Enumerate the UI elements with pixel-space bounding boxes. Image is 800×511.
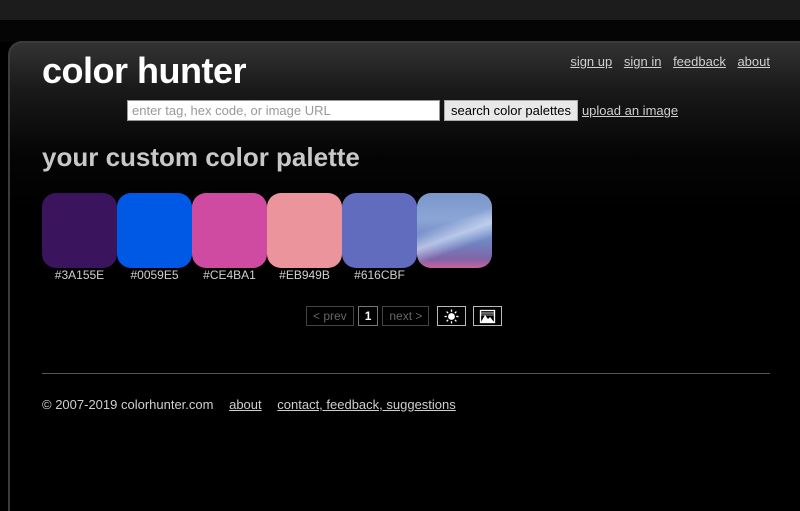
- top-strip: [0, 20, 800, 42]
- swatch-item: #0059E5: [117, 193, 192, 283]
- copyright-text: © 2007-2019 colorhunter.com: [42, 397, 214, 412]
- prev-page-button: < prev: [306, 306, 354, 326]
- search-input[interactable]: [127, 100, 440, 121]
- nav-sign-in-link[interactable]: sign in: [624, 54, 662, 69]
- upload-image-link[interactable]: upload an image: [582, 103, 678, 118]
- color-swatch[interactable]: [267, 193, 342, 268]
- top-bar: [0, 0, 800, 20]
- swatch-item: #EB949B: [267, 193, 342, 283]
- pagination: < prev 1 next >: [306, 306, 509, 326]
- swatch-hex-label: #0059E5: [130, 268, 179, 282]
- swatch-hex-label: #EB949B: [279, 268, 330, 282]
- footer-divider: [42, 373, 770, 374]
- swatch-hex-label: #616CBF: [354, 268, 405, 282]
- palette-swatches: #3A155E #0059E5 #CE4BA1 #EB949B #616CBF: [42, 193, 492, 283]
- color-swatch[interactable]: [117, 193, 192, 268]
- nav-feedback-link[interactable]: feedback: [673, 54, 726, 69]
- swatch-hex-label: #3A155E: [54, 268, 105, 282]
- color-swatch[interactable]: [42, 193, 117, 268]
- site-logo[interactable]: color hunter: [42, 50, 247, 92]
- color-swatch[interactable]: [192, 193, 267, 268]
- nav-sign-up-link[interactable]: sign up: [570, 54, 612, 69]
- image-thumbnail-icon[interactable]: [473, 306, 503, 326]
- top-nav: sign up sign in feedback about: [562, 54, 770, 69]
- search-button[interactable]: search color palettes: [444, 100, 578, 121]
- footer: © 2007-2019 colorhunter.com about contac…: [42, 397, 456, 412]
- swatch-item: [417, 193, 492, 283]
- next-page-button: next >: [382, 306, 430, 326]
- swatch-item: #616CBF: [342, 193, 417, 283]
- swatch-item: #3A155E: [42, 193, 117, 283]
- source-image-thumbnail[interactable]: [417, 193, 492, 268]
- search-bar: search color palettes upload an image: [127, 100, 678, 121]
- swatch-hex-label: #CE4BA1: [203, 268, 256, 282]
- current-page-number: 1: [357, 306, 379, 326]
- color-swatch[interactable]: [342, 193, 417, 268]
- brightness-icon[interactable]: [437, 306, 467, 326]
- nav-about-link[interactable]: about: [737, 54, 770, 69]
- swatch-item: #CE4BA1: [192, 193, 267, 283]
- page-title: your custom color palette: [42, 142, 360, 172]
- footer-about-link[interactable]: about: [229, 397, 262, 412]
- footer-contact-link[interactable]: contact, feedback, suggestions: [277, 397, 456, 412]
